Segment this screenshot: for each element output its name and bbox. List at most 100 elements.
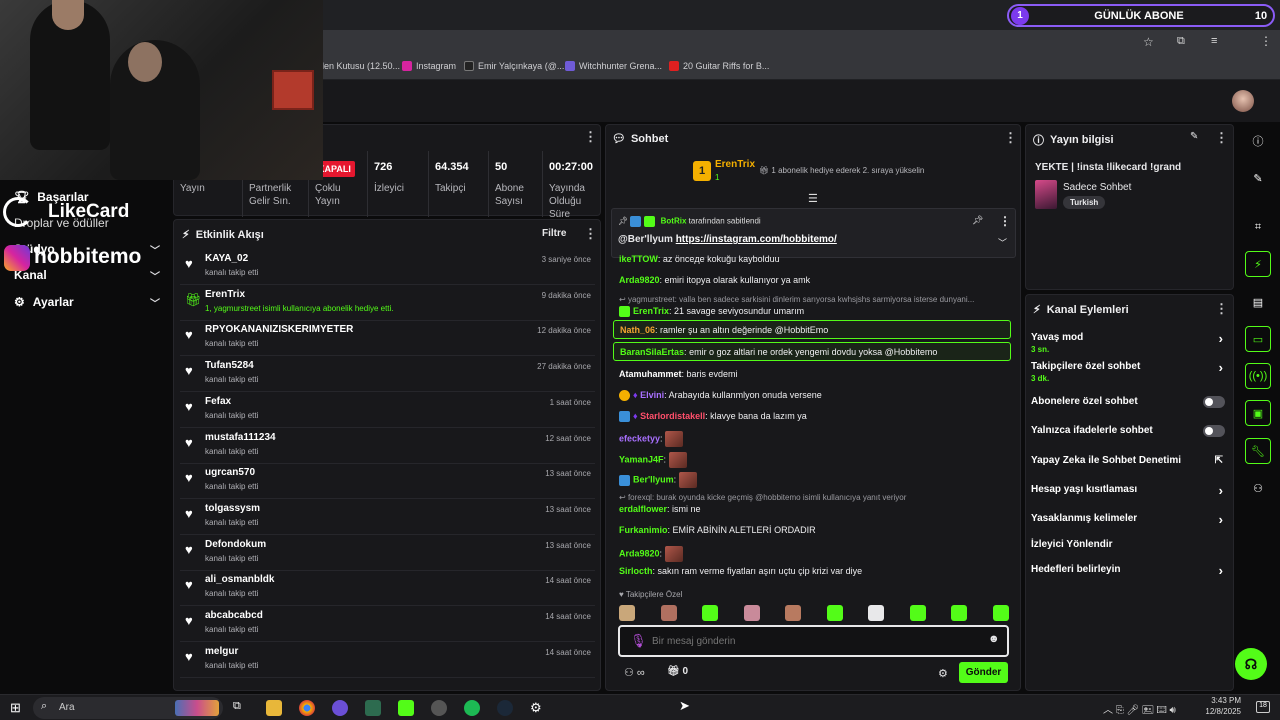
chat-username[interactable]: Sirlocth: [619, 566, 653, 576]
browser-menu-icon[interactable]: ⋮: [1260, 34, 1272, 48]
chat-message[interactable]: erdalflower: ismi ne: [613, 504, 1011, 514]
activity-row[interactable]: ♥ Defondokum kanalı takip etti 13 saat önce: [180, 536, 595, 571]
avatar[interactable]: [1232, 90, 1254, 112]
more-options-icon[interactable]: ⋮: [584, 226, 597, 242]
category-thumbnail[interactable]: [1035, 180, 1057, 209]
pinned-by[interactable]: BotRix: [661, 217, 687, 226]
gift-prompt[interactable]: 🎁︎ 1 abonelik hediye ederek 2. sıraya yü…: [759, 166, 924, 175]
chat-username[interactable]: efecketyy: [619, 433, 660, 443]
emote-icon[interactable]: [702, 605, 718, 621]
top-gifter-name[interactable]: ErenTrix: [715, 159, 755, 170]
app-icon[interactable]: [332, 700, 348, 716]
activity-row[interactable]: ♥ tolgassysm kanalı takip etti 13 saat önce: [180, 500, 595, 535]
chat-message[interactable]: BaranSilaErtas: emir o goz altlari ne or…: [613, 342, 1011, 361]
spotify-icon[interactable]: [464, 700, 480, 716]
chat-message[interactable]: Nath_06: ramler şu an altın değerinde @H…: [613, 320, 1011, 339]
channel-action-5[interactable]: Hesap yaşı kısıtlaması ›: [1031, 483, 1227, 498]
reply-context[interactable]: ↩ forexql: burak oyunda kicke geçmiş @ho…: [619, 493, 1009, 502]
nav-settings[interactable]: ⚙ Ayarlar ﹀: [14, 295, 160, 310]
notification-badge[interactable]: 18: [1256, 701, 1270, 713]
unpin-icon[interactable]: 📌︎: [972, 215, 983, 226]
emote-icon[interactable]: [660, 605, 677, 621]
share-icon[interactable]: ⚇: [1245, 475, 1271, 501]
bookmark-youtube[interactable]: 20 Guitar Riffs for B...: [669, 61, 769, 71]
chrome-icon[interactable]: [299, 700, 315, 716]
more-options-icon[interactable]: ⋮: [1215, 130, 1228, 146]
chat-message[interactable]: ErenTrix: 21 savage seviyosundur umarım: [613, 306, 1011, 318]
chat-message[interactable]: Arda9820: emiri itopya olarak kullanıyor…: [613, 275, 1011, 285]
bookmark-witchhunter[interactable]: Witchhunter Grena...: [565, 61, 662, 71]
pinned-link[interactable]: https://instagram.com/hobbitemo/: [676, 234, 837, 245]
clock-time[interactable]: 3:43 PM: [1207, 696, 1241, 705]
emote-icon[interactable]: [868, 605, 884, 621]
activity-row[interactable]: ♥ mustafa111234 kanalı takip etti 12 saat ö…: [180, 429, 595, 464]
chat-username[interactable]: erdalflower: [619, 504, 667, 514]
file-explorer-icon[interactable]: [266, 700, 282, 716]
activity-username[interactable]: KAYA_02: [205, 253, 248, 264]
chat-username[interactable]: Arda9820: [619, 275, 660, 285]
obs-icon[interactable]: [431, 700, 447, 716]
xbox-icon[interactable]: [365, 700, 381, 716]
activity-row[interactable]: ♥ melgur kanalı takip etti 14 saat önce: [180, 643, 595, 678]
lightning-icon[interactable]: ⚡︎: [1245, 251, 1271, 277]
chat-username[interactable]: Ber'llyum: [633, 474, 674, 484]
wrench-icon[interactable]: 🔧︎: [1245, 438, 1271, 464]
channel-action-1[interactable]: Takipçilere özel sohbet 3 dk. ›: [1031, 360, 1227, 383]
chat-input-box[interactable]: 🎙︎ ☻: [618, 625, 1009, 657]
chat-message[interactable]: Arda9820:: [613, 546, 1011, 562]
collapse-icon[interactable]: ☰: [808, 192, 818, 205]
channel-action-3[interactable]: Yalnızca ifadelerle sohbet: [1031, 425, 1227, 437]
activity-username[interactable]: melgur: [205, 646, 238, 657]
toggle-switch[interactable]: [1203, 396, 1225, 408]
chat-message[interactable]: YamanJ4F:: [613, 452, 1011, 468]
chat-username[interactable]: Nath_06: [620, 325, 655, 335]
windows-start-icon[interactable]: ⊞: [10, 700, 21, 716]
bookmark-0[interactable]: llen Kutusu (12.50...: [320, 61, 400, 71]
chat-username[interactable]: Elvini: [640, 390, 664, 400]
microphone-icon[interactable]: 🎙︎: [630, 633, 647, 649]
emote-icon[interactable]: [951, 605, 967, 621]
activity-username[interactable]: ugrcan570: [205, 467, 255, 478]
nav-channel[interactable]: Kanal ﹀: [14, 268, 160, 283]
tray-icons[interactable]: ︿ ⎘ 🎤︎ 🖭 ⌨ 🔊︎: [1103, 701, 1176, 720]
save-icon[interactable]: ▣: [1245, 400, 1271, 426]
chat-icon[interactable]: ▭: [1245, 326, 1271, 352]
chat-message[interactable]: ♦ Elvini: Arabayıda kullanmlyon onuda ve…: [613, 390, 1011, 402]
chat-username[interactable]: Atamuhammet: [619, 369, 682, 379]
info-icon[interactable]: ⓘ: [1245, 128, 1271, 154]
chat-username[interactable]: ErenTrix: [633, 306, 669, 316]
taskbar-search[interactable]: ⌕ Ara: [33, 697, 223, 719]
send-button[interactable]: Gönder: [959, 662, 1008, 683]
kick-icon[interactable]: [398, 700, 414, 716]
points-icon[interactable]: ⚇ ∞: [624, 666, 645, 679]
pencil-icon[interactable]: ✎: [1245, 165, 1271, 191]
channel-action-8[interactable]: Hedefleri belirleyin ›: [1031, 563, 1227, 578]
toggle-switch[interactable]: [1203, 425, 1225, 437]
clock-date[interactable]: 12/8/2025: [1203, 707, 1241, 716]
steam-icon[interactable]: [497, 700, 513, 716]
chat-username[interactable]: Furkanimio: [619, 525, 668, 535]
activity-row[interactable]: ♥ Tufan5284 kanalı takip etti 27 dakika önc…: [180, 357, 595, 393]
bookmark-instagram[interactable]: Instagram: [402, 61, 456, 71]
emote-icon[interactable]: [743, 605, 760, 621]
activity-username[interactable]: Tufan5284: [205, 360, 254, 371]
more-options-icon[interactable]: ⋮: [999, 214, 1011, 228]
emoji-icon[interactable]: ☻: [988, 633, 1000, 645]
tag-badge[interactable]: Turkish: [1063, 196, 1106, 209]
reply-context[interactable]: ↩ yagmurstreet: valla ben sadece sarkisi…: [619, 295, 1009, 304]
chat-settings-icon[interactable]: ⚙: [938, 667, 948, 680]
edit-icon[interactable]: ✎: [1190, 131, 1198, 142]
more-options-icon[interactable]: ⋮: [1215, 301, 1228, 317]
more-options-icon[interactable]: ⋮: [584, 129, 597, 145]
task-view-icon[interactable]: ⧉: [233, 700, 249, 716]
activity-username[interactable]: RPYOKANANIZISKERIMYETER: [205, 324, 353, 335]
category-name[interactable]: Sadece Sohbet: [1063, 182, 1131, 193]
document-icon[interactable]: ▤: [1245, 289, 1271, 315]
activity-row[interactable]: ♥ KAYA_02 kanalı takip etti 3 saniye önce: [180, 250, 595, 285]
activity-username[interactable]: Defondokum: [205, 539, 266, 550]
activity-username[interactable]: mustafa111234: [205, 432, 276, 443]
activity-row[interactable]: ♥ Fefax kanalı takip etti 1 saat önce: [180, 393, 595, 428]
media-icon[interactable]: ≡: [1211, 35, 1217, 47]
chat-message[interactable]: ♦ Starlordistakell: klavye bana da lazım…: [613, 411, 1011, 423]
chat-username[interactable]: BaranSilaErtas: [620, 347, 684, 357]
